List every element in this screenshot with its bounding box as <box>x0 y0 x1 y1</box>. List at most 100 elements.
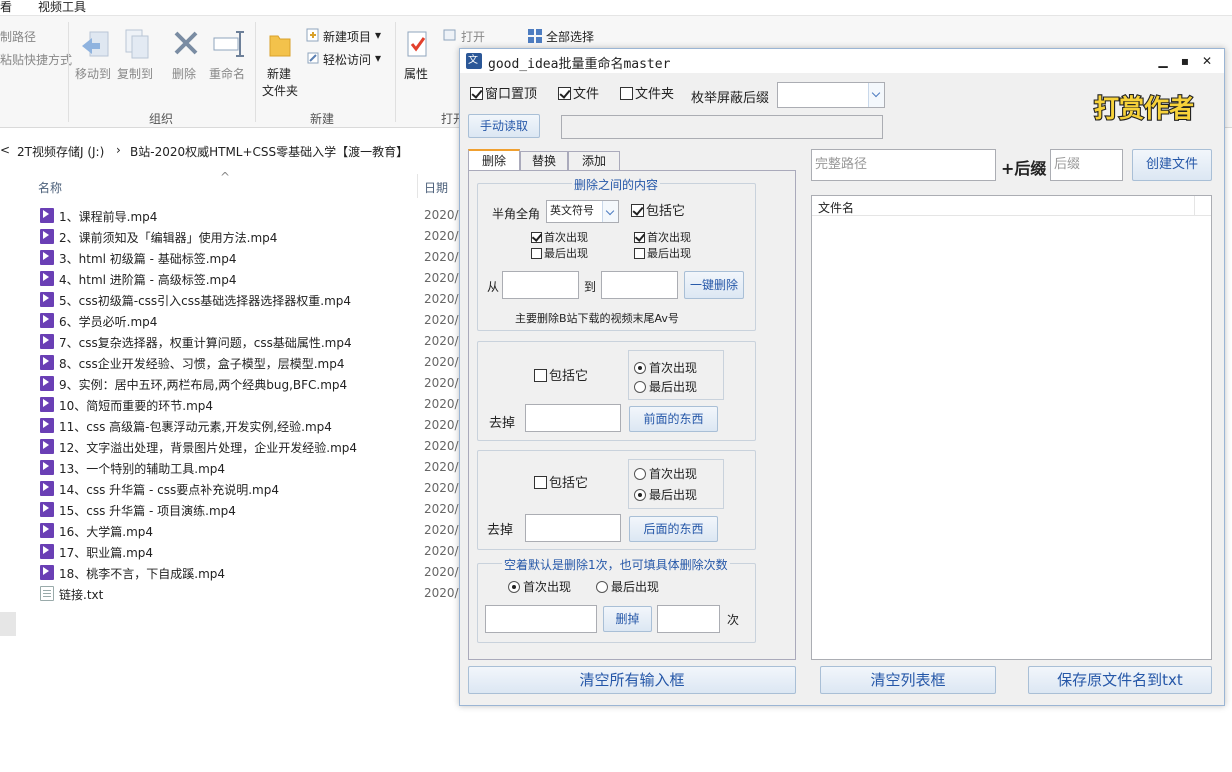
easy-access-button[interactable]: 轻松访问 <box>323 51 371 68</box>
end-first-checkbox[interactable]: 首次出现 <box>634 230 691 245</box>
save-names-txt-button[interactable]: 保存原文件名到txt <box>1028 666 1212 694</box>
file-row[interactable]: 10、简短而重要的环节.mp4 2020/ <box>38 395 459 415</box>
from-input[interactable] <box>502 271 579 299</box>
suffix-filter-dropdown[interactable] <box>777 82 885 108</box>
times-label: 次 <box>727 613 740 627</box>
move-to-button[interactable]: 移动到 <box>75 65 111 82</box>
list-header-filename[interactable]: 文件名 <box>818 199 854 216</box>
chevron-down-icon[interactable]: ▾ <box>375 51 381 65</box>
new-item-icon <box>306 28 319 42</box>
after-first-radio[interactable]: 首次出现 <box>634 466 697 482</box>
rename-button[interactable]: 重命名 <box>209 65 245 82</box>
between-include-checkbox[interactable]: 包括它 <box>631 203 685 221</box>
file-name: 9、实例：居中五环,两栏布局,两个经典bug,BFC.mp4 <box>59 378 348 392</box>
file-row[interactable]: 4、html 进阶篇 - 高级标签.mp4 2020/ <box>38 269 459 289</box>
file-name: 链接.txt <box>59 588 104 602</box>
minimize-icon[interactable]: ▁ <box>1152 51 1174 71</box>
full-path-input[interactable]: 完整路径 <box>811 149 996 181</box>
count-times-input[interactable] <box>657 605 720 633</box>
suffix-input[interactable]: 后缀 <box>1050 149 1123 181</box>
file-row[interactable]: 14、css 升华篇 - css要点补充说明.mp4 2020/ <box>38 479 459 499</box>
file-date: 2020/ <box>424 208 459 222</box>
file-row[interactable]: 13、一个特别的辅助工具.mp4 2020/ <box>38 458 459 478</box>
before-last-radio[interactable]: 最后出现 <box>634 379 697 395</box>
new-item-button[interactable]: 新建项目 <box>323 28 371 45</box>
open-button[interactable]: 打开 <box>461 28 485 45</box>
properties-button[interactable]: 属性 <box>404 65 428 82</box>
folder-checkbox[interactable]: 文件夹 <box>620 86 674 104</box>
one-click-delete-button[interactable]: 一键删除 <box>684 271 744 299</box>
count-last-radio[interactable]: 最后出现 <box>596 579 659 595</box>
copy-path-button[interactable]: 制路径 <box>0 28 36 45</box>
before-include-checkbox[interactable]: 包括它 <box>534 368 588 386</box>
file-row[interactable]: 6、学员必听.mp4 2020/ <box>38 311 459 331</box>
symbol-width-dropdown[interactable]: 英文符号 <box>546 200 619 223</box>
chevron-down-icon[interactable] <box>868 83 884 107</box>
title-bar[interactable]: good_idea批量重命名master ▁ ▪ ✕ <box>460 49 1224 73</box>
breadcrumb-drive[interactable]: 2T视频存储J (J:) <box>17 143 104 160</box>
count-first-radio[interactable]: 首次出现 <box>508 579 571 595</box>
suffix-filter-label: 枚举屏蔽后缀 <box>691 91 770 106</box>
file-row[interactable]: 3、html 初级篇 - 基础标签.mp4 2020/ <box>38 248 459 268</box>
tab-video-tools[interactable]: 视频工具 <box>38 0 86 15</box>
file-name: 2、课前须知及「编辑器」使用方法.mp4 <box>59 231 278 245</box>
file-row[interactable]: 9、实例：居中五环,两栏布局,两个经典bug,BFC.mp4 2020/ <box>38 374 459 394</box>
after-include-checkbox[interactable]: 包括它 <box>534 475 588 493</box>
manual-read-button[interactable]: 手动读取 <box>468 114 540 138</box>
before-input[interactable] <box>525 404 621 432</box>
file-date: 2020/ <box>424 397 459 411</box>
file-checkbox[interactable]: 文件 <box>558 86 599 104</box>
file-row[interactable]: 18、桃李不言，下自成蹊.mp4 2020/ <box>38 563 459 583</box>
column-date[interactable]: 日期 <box>424 179 448 196</box>
file-row[interactable]: 12、文字溢出处理，背景图片处理，企业开发经验.mp4 2020/ <box>38 437 459 457</box>
tab-replace[interactable]: 替换 <box>520 151 568 171</box>
end-last-checkbox[interactable]: 最后出现 <box>634 246 691 261</box>
file-name: 13、一个特别的辅助工具.mp4 <box>59 462 226 476</box>
close-icon[interactable]: ✕ <box>1196 51 1218 71</box>
file-row[interactable]: 2、课前须知及「编辑器」使用方法.mp4 2020/ <box>38 227 459 247</box>
file-row[interactable]: 8、css企业开发经验、习惯，盒子模型，层模型.mp4 2020/ <box>38 353 459 373</box>
chevron-down-icon[interactable]: ▾ <box>375 28 381 42</box>
file-row[interactable]: 7、css复杂选择器，权重计算问题，css基础属性.mp4 2020/ <box>38 332 459 352</box>
before-first-radio[interactable]: 首次出现 <box>634 360 697 376</box>
breadcrumb-folder[interactable]: B站-2020权威HTML+CSS零基础入学【渡一教育】 <box>130 143 408 160</box>
count-group-title: 空着默认是删除1次，也可填具体删除次数 <box>502 556 730 573</box>
start-last-checkbox[interactable]: 最后出现 <box>531 246 588 261</box>
after-input[interactable] <box>525 514 621 542</box>
tab-view[interactable]: 看 <box>0 0 12 15</box>
create-file-button[interactable]: 创建文件 <box>1132 149 1212 181</box>
text-file-icon <box>40 586 54 601</box>
file-row[interactable]: 17、职业篇.mp4 2020/ <box>38 542 459 562</box>
count-text-input[interactable] <box>485 605 597 633</box>
new-folder-button[interactable]: 新建 <box>267 65 291 82</box>
paste-shortcut-button[interactable]: 粘贴快捷方式 <box>0 51 72 68</box>
to-label: 到 <box>584 280 597 294</box>
delete-before-button[interactable]: 前面的东西 <box>629 406 718 432</box>
maximize-icon[interactable]: ▪ <box>1174 51 1196 71</box>
tab-add[interactable]: 添加 <box>568 151 620 171</box>
delete-after-button[interactable]: 后面的东西 <box>629 516 718 542</box>
to-input[interactable] <box>601 271 678 299</box>
copy-to-button[interactable]: 复制到 <box>117 65 153 82</box>
donate-author-logo[interactable]: 打赏作者 <box>1090 89 1202 125</box>
video-file-icon <box>40 208 54 223</box>
clear-inputs-button[interactable]: 清空所有输入框 <box>468 666 796 694</box>
column-name[interactable]: 名称 <box>38 179 62 196</box>
file-row[interactable]: 链接.txt 2020/ <box>38 584 459 604</box>
organize-group-label: 组织 <box>149 112 174 126</box>
chevron-down-icon[interactable] <box>602 201 618 222</box>
after-last-radio[interactable]: 最后出现 <box>634 487 697 503</box>
start-first-checkbox[interactable]: 首次出现 <box>531 230 588 245</box>
file-row[interactable]: 5、css初级篇-css引入css基础选择器选择器权重.mp4 2020/ <box>38 290 459 310</box>
select-all-button[interactable]: 全部选择 <box>546 28 594 45</box>
count-delete-button[interactable]: 删掉 <box>603 606 652 632</box>
file-row[interactable]: 11、css 高级篇-包裹浮动元素,开发实例,经验.mp4 2020/ <box>38 416 459 436</box>
file-name-listview[interactable]: 文件名 <box>811 195 1212 660</box>
file-row[interactable]: 15、css 升华篇 - 项目演练.mp4 2020/ <box>38 500 459 520</box>
topmost-checkbox[interactable]: 窗口置顶 <box>470 86 537 104</box>
file-row[interactable]: 1、课程前导.mp4 2020/ <box>38 206 459 226</box>
file-row[interactable]: 16、大学篇.mp4 2020/ <box>38 521 459 541</box>
delete-button[interactable]: 删除 <box>172 65 196 82</box>
tab-delete[interactable]: 删除 <box>468 149 520 171</box>
clear-list-button[interactable]: 清空列表框 <box>820 666 996 694</box>
